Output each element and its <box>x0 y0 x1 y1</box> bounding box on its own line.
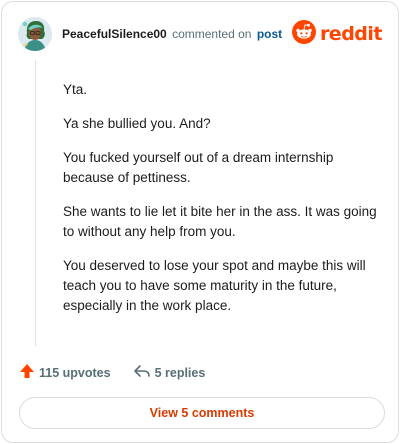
comment-card: PeacefulSilence00 commented on post redd… <box>1 1 399 443</box>
comment-paragraph: Yta. <box>63 82 88 97</box>
comment-paragraph: She wants to lie let it bite her in the … <box>63 204 377 239</box>
post-link[interactable]: post <box>257 27 282 41</box>
username-link[interactable]: PeacefulSilence00 <box>62 27 167 41</box>
comment-body: Yta. Ya she bullied you. And? You fucked… <box>63 80 383 330</box>
commented-on-text: commented on <box>172 27 252 41</box>
reddit-logo[interactable]: reddit <box>291 19 383 49</box>
comment-actions: 115 upvotes 5 replies <box>19 363 205 382</box>
thread-line <box>35 60 36 346</box>
view-comments-button[interactable]: View 5 comments <box>19 397 385 429</box>
comment-paragraph: Ya she bullied you. And? <box>63 116 211 131</box>
replies-button[interactable]: 5 replies <box>133 363 206 382</box>
reddit-snoo-icon <box>291 19 316 49</box>
upvote-arrow-icon <box>19 363 35 382</box>
reply-arrow-icon <box>133 363 151 382</box>
comment-paragraph: You fucked yourself out of a dream inter… <box>63 150 334 185</box>
comment-header: PeacefulSilence00 commented on post redd… <box>18 17 383 51</box>
comment-paragraph: You deserved to lose your spot and maybe… <box>63 258 366 313</box>
comment-meta: PeacefulSilence00 commented on post <box>62 27 282 41</box>
avatar[interactable] <box>18 17 52 51</box>
upvote-count: 115 upvotes <box>39 365 111 380</box>
reddit-wordmark: reddit <box>319 23 383 45</box>
replies-count: 5 replies <box>154 365 206 380</box>
upvote-button[interactable]: 115 upvotes <box>19 363 111 382</box>
